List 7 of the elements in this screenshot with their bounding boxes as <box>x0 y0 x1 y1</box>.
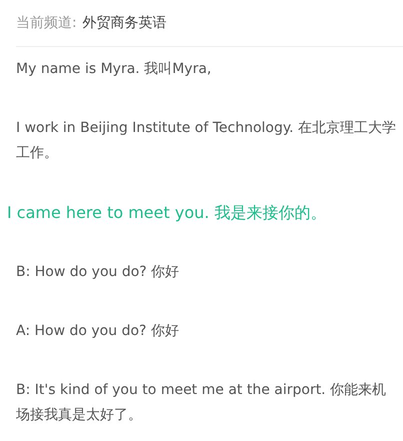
channel-name: 外贸商务英语 <box>82 14 167 32</box>
subtitle-line[interactable]: A: How do you do? 你好 <box>16 319 399 344</box>
subtitle-line[interactable]: B: It's kind of you to meet me at the airport. 你能来机场接我真是太好了。 <box>16 378 399 428</box>
subtitle-line[interactable]: I work in Beijing Institute of Technology. 在北京理工大学工作。 <box>16 116 399 166</box>
subtitle-line[interactable]: B: How do you do? 你好 <box>16 260 399 285</box>
channel-label: 当前频道: <box>16 14 77 32</box>
subtitle-line[interactable]: My name is Myra. 我叫Myra, <box>16 57 399 82</box>
